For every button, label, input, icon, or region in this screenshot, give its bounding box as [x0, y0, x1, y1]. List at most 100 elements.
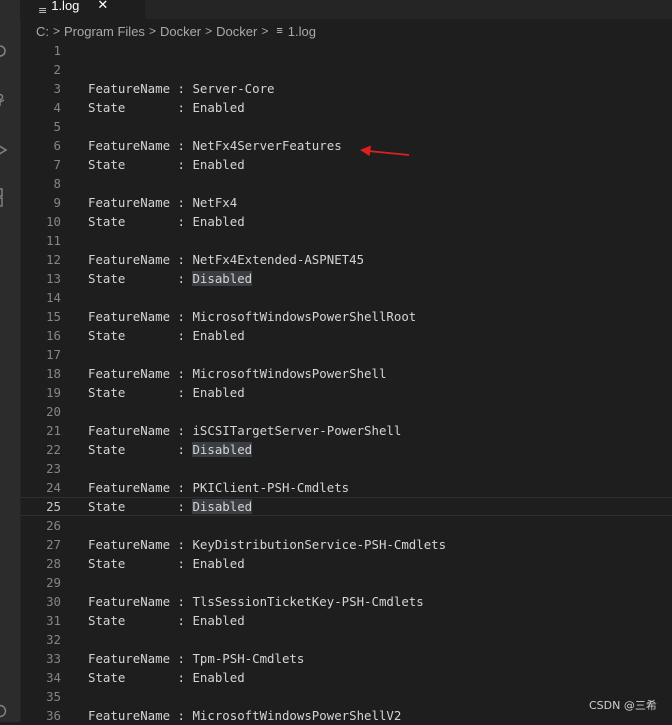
property-value: KeyDistributionService-PSH-Cmdlets — [192, 537, 447, 552]
line-content: FeatureName : PKIClient-PSH-Cmdlets — [88, 478, 349, 497]
editor-line[interactable]: 2 — [21, 60, 672, 79]
line-content: FeatureName : NetFx4Extended-ASPNET45 — [88, 250, 364, 269]
breadcrumb-docker-sub[interactable]: Docker — [216, 24, 257, 39]
editor-line[interactable]: 5 — [21, 117, 672, 136]
editor-line[interactable]: 23 — [21, 459, 672, 478]
line-number: 30 — [46, 594, 61, 609]
line-number: 34 — [46, 670, 61, 685]
property-key: FeatureName — [88, 252, 171, 267]
property-key: State — [88, 157, 171, 172]
extensions-icon[interactable] — [0, 188, 8, 207]
line-number: 16 — [46, 328, 61, 343]
editor-line[interactable]: 14 — [21, 288, 672, 307]
editor-line[interactable]: 28 State : Enabled — [21, 554, 672, 573]
source-control-icon[interactable] — [0, 93, 8, 107]
editor-line[interactable]: 9 FeatureName : NetFx4 — [21, 193, 672, 212]
line-number: 17 — [46, 347, 61, 362]
editor-line[interactable]: 7 State : Enabled — [21, 155, 672, 174]
property-value: Tpm-PSH-Cmdlets — [192, 651, 305, 666]
editor-line[interactable]: 17 — [21, 345, 672, 364]
editor-line[interactable]: 20 — [21, 402, 672, 421]
editor-line[interactable]: 36 FeatureName : MicrosoftWindowsPowerShe… — [21, 706, 672, 725]
property-separator: : — [170, 100, 193, 115]
line-content: FeatureName : NetFx4ServerFeatures — [88, 136, 342, 155]
breadcrumb-program-files[interactable]: Program Files — [64, 24, 145, 39]
tab-1-log[interactable]: ≡ 1.log ✕ — [20, 0, 145, 19]
property-separator: : — [170, 423, 193, 438]
account-icon[interactable] — [0, 704, 8, 718]
line-number: 19 — [46, 385, 61, 400]
run-debug-icon[interactable] — [0, 143, 8, 157]
editor-line[interactable]: 29 — [21, 573, 672, 592]
property-key: FeatureName — [88, 594, 171, 609]
property-value: NetFx4Extended-ASPNET45 — [192, 252, 365, 267]
property-key: FeatureName — [88, 195, 171, 210]
activity-bar — [0, 0, 21, 722]
editor-line[interactable]: 22 State : Disabled — [21, 440, 672, 459]
line-content: State : Enabled — [88, 98, 245, 117]
editor-line[interactable]: 27 FeatureName : KeyDistributionService-P… — [21, 535, 672, 554]
line-content: State : Enabled — [88, 326, 245, 345]
property-value: TlsSessionTicketKey-PSH-Cmdlets — [192, 594, 424, 609]
line-number: 13 — [46, 271, 61, 286]
editor-line[interactable]: 21 FeatureName : iSCSITargetServer-PowerS… — [21, 421, 672, 440]
editor-line[interactable]: 35 — [21, 687, 672, 706]
property-separator: : — [170, 670, 193, 685]
property-separator: : — [170, 157, 193, 172]
editor-line[interactable]: 31 State : Enabled — [21, 611, 672, 630]
editor[interactable]: 1 2 3 FeatureName : Server-Core 4 State : Ena… — [21, 41, 672, 725]
editor-line[interactable]: 19 State : Enabled — [21, 383, 672, 402]
editor-line[interactable]: 32 — [21, 630, 672, 649]
line-number: 7 — [53, 157, 61, 172]
line-content: FeatureName : MicrosoftWindowsPowerShell… — [88, 307, 416, 326]
property-key: State — [88, 100, 171, 115]
line-content: FeatureName : Tpm-PSH-Cmdlets — [88, 649, 304, 668]
editor-line[interactable]: 18 FeatureName : MicrosoftWindowsPowerShe… — [21, 364, 672, 383]
editor-line[interactable]: 16 State : Enabled — [21, 326, 672, 345]
line-content: State : Disabled — [88, 269, 253, 288]
editor-line[interactable]: 10 State : Enabled — [21, 212, 672, 231]
property-separator: : — [170, 366, 193, 381]
breadcrumb-separator: > — [148, 24, 156, 38]
breadcrumb-drive[interactable]: C: — [36, 24, 49, 39]
property-value: NetFx4ServerFeatures — [192, 138, 342, 153]
property-separator: : — [170, 613, 193, 628]
property-key: FeatureName — [88, 651, 171, 666]
line-number: 28 — [46, 556, 61, 571]
property-separator: : — [170, 138, 193, 153]
editor-line[interactable]: 11 — [21, 231, 672, 250]
editor-line[interactable]: 25 State : Disabled — [21, 497, 672, 516]
editor-line[interactable]: 6 FeatureName : NetFx4ServerFeatures — [21, 136, 672, 155]
line-content: FeatureName : MicrosoftWindowsPowerShell… — [88, 706, 401, 725]
editor-line[interactable]: 34 State : Enabled — [21, 668, 672, 687]
property-separator: : — [170, 328, 193, 343]
property-separator: : — [170, 385, 193, 400]
editor-line[interactable]: 4 State : Enabled — [21, 98, 672, 117]
editor-line[interactable]: 8 — [21, 174, 672, 193]
line-number: 24 — [46, 480, 61, 495]
property-separator: : — [170, 499, 193, 514]
property-key: FeatureName — [88, 138, 171, 153]
editor-line[interactable]: 26 — [21, 516, 672, 535]
property-key: FeatureName — [88, 81, 171, 96]
property-value: Disabled — [192, 499, 253, 514]
breadcrumb-docker[interactable]: Docker — [160, 24, 201, 39]
search-icon[interactable] — [0, 44, 8, 58]
property-key: FeatureName — [88, 537, 171, 552]
close-icon[interactable]: ✕ — [97, 0, 108, 13]
editor-line[interactable]: 1 — [21, 41, 672, 60]
line-content: State : Disabled — [88, 440, 253, 459]
editor-line[interactable]: 15 FeatureName : MicrosoftWindowsPowerShe… — [21, 307, 672, 326]
property-key: State — [88, 613, 171, 628]
line-content: FeatureName : TlsSessionTicketKey-PSH-Cm… — [88, 592, 424, 611]
editor-line[interactable]: 3 FeatureName : Server-Core — [21, 79, 672, 98]
editor-line[interactable]: 13 State : Disabled — [21, 269, 672, 288]
property-value: Enabled — [192, 157, 245, 172]
editor-line[interactable]: 30 FeatureName : TlsSessionTicketKey-PSH-… — [21, 592, 672, 611]
breadcrumb-file[interactable]: 1.log — [288, 24, 316, 39]
editor-line[interactable]: 12 FeatureName : NetFx4Extended-ASPNET45 — [21, 250, 672, 269]
property-value: MicrosoftWindowsPowerShellRoot — [192, 309, 417, 324]
property-value: NetFx4 — [192, 195, 238, 210]
editor-line[interactable]: 33 FeatureName : Tpm-PSH-Cmdlets — [21, 649, 672, 668]
editor-line[interactable]: 24 FeatureName : PKIClient-PSH-Cmdlets — [21, 478, 672, 497]
